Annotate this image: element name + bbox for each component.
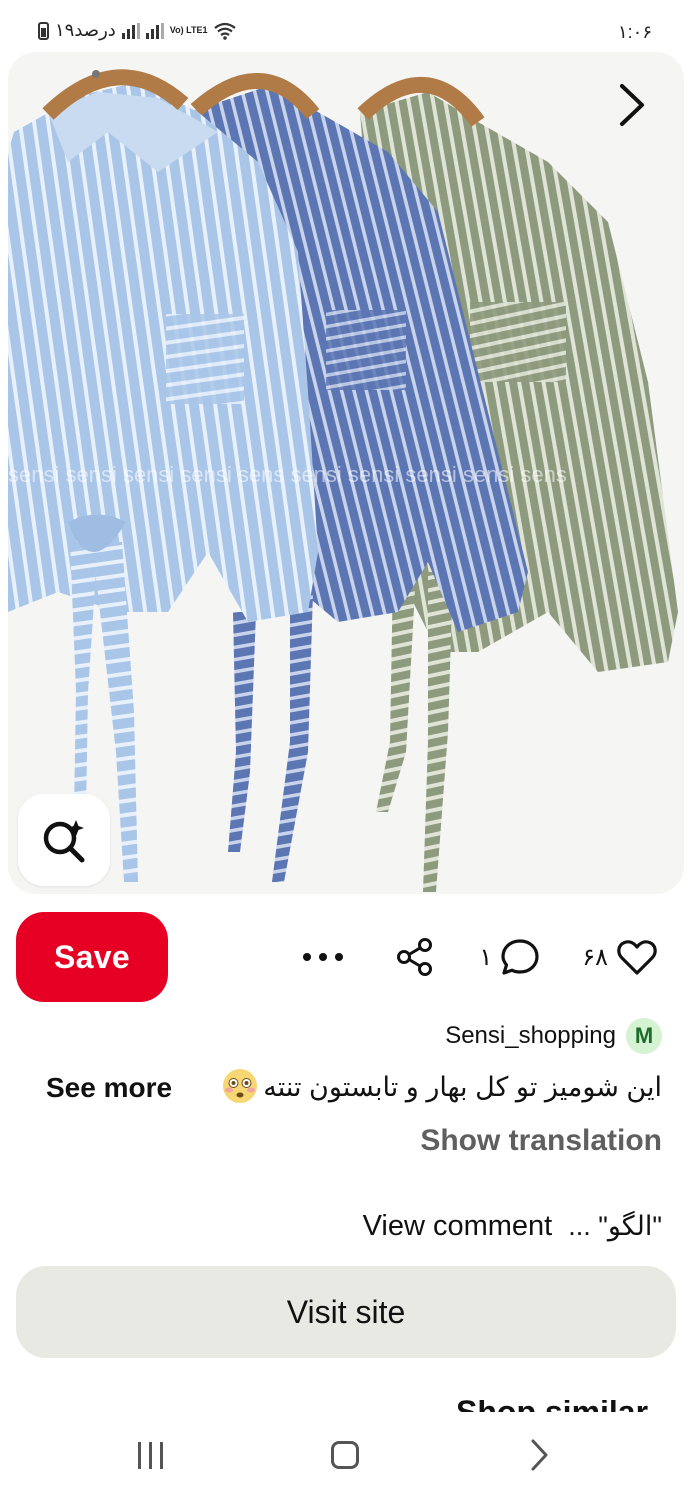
visual-search-button[interactable] (18, 794, 110, 886)
comment-button[interactable]: ۱ (479, 937, 540, 977)
see-more-link[interactable]: See more (46, 1072, 172, 1104)
save-button[interactable]: Save (16, 912, 168, 1002)
home-icon[interactable] (331, 1441, 359, 1469)
flushed-face-emoji (223, 1069, 257, 1103)
recent-apps-icon[interactable] (138, 1442, 163, 1469)
watermark: sensi sensi sensi sensi sens sensi sensi… (8, 462, 567, 487)
shirts-illustration: sensi sensi sensi sensi sens sensi sensi… (8, 52, 684, 894)
signal-icon-2 (145, 22, 164, 39)
status-time: ۱:۰۶ (617, 22, 652, 42)
visit-site-button[interactable]: Visit site (16, 1266, 676, 1358)
comments-count: ۱ (479, 943, 493, 971)
pin-actions: ۱ ۶۸ (303, 932, 658, 982)
like-button[interactable]: ۶۸ (582, 937, 658, 977)
description-row: See more این شومیز تو کل بهار و تابستون … (46, 1068, 662, 1112)
comment-text: "الگو" ... (568, 1211, 662, 1241)
status-bar: ۱۹درصد Vo) LTE1 ۱:۰۶ (0, 0, 692, 60)
battery-text: ۱۹درصد (55, 20, 116, 40)
share-icon[interactable] (395, 937, 435, 977)
status-left: ۱۹درصد Vo) LTE1 (38, 20, 237, 41)
visual-search-icon (43, 820, 85, 863)
signal-icon (121, 22, 140, 39)
view-comment-link[interactable]: View comment (363, 1210, 553, 1243)
description-text: این شومیز تو کل بهار و تابستون تنته (263, 1072, 662, 1102)
show-translation-link[interactable]: Show translation (420, 1124, 662, 1158)
volte-label: Vo) LTE1 (169, 25, 208, 35)
author[interactable]: Sensi_shopping M (445, 1018, 662, 1054)
chevron-right-icon[interactable] (604, 78, 658, 132)
system-nav-bar (0, 1412, 692, 1500)
back-icon[interactable] (524, 1438, 554, 1472)
wifi-icon (214, 22, 237, 40)
avatar[interactable]: M (626, 1018, 662, 1054)
comment-preview[interactable]: View comment "الگو" ... (363, 1210, 662, 1243)
likes-count: ۶۸ (582, 943, 608, 971)
comment-icon (501, 939, 539, 975)
heart-icon (617, 940, 657, 975)
more-icon[interactable] (303, 953, 344, 961)
battery-icon (38, 21, 49, 40)
pin-image[interactable]: sensi sensi sensi sensi sens sensi sensi… (8, 52, 684, 894)
author-name[interactable]: Sensi_shopping (445, 1022, 616, 1050)
